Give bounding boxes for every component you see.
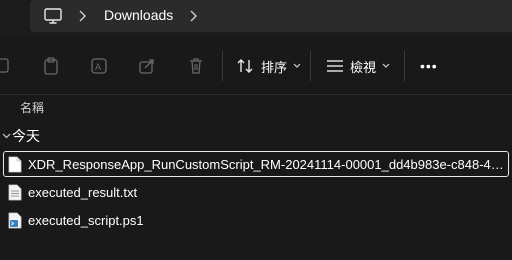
share-icon[interactable] bbox=[138, 57, 156, 75]
breadcrumb[interactable] bbox=[30, 0, 512, 32]
chevron-down-icon bbox=[293, 63, 301, 68]
text-file-icon bbox=[8, 184, 22, 201]
toolbar-divider bbox=[222, 51, 223, 81]
command-bar: A 排序 檢視 ••• bbox=[0, 38, 512, 95]
file-row[interactable]: executed_script.ps1 bbox=[0, 207, 512, 235]
view-button[interactable]: 檢視 bbox=[326, 54, 390, 78]
document-icon bbox=[8, 156, 22, 173]
file-name: executed_script.ps1 bbox=[28, 213, 144, 228]
see-more-button[interactable]: ••• bbox=[420, 54, 438, 78]
file-name: XDR_ResponseApp_RunCustomScript_RM-20241… bbox=[28, 157, 504, 172]
address-bar: Downloads bbox=[0, 0, 512, 38]
powershell-file-icon bbox=[8, 212, 22, 229]
this-pc-icon[interactable] bbox=[43, 6, 63, 26]
sort-icon bbox=[237, 59, 253, 73]
cut-icon[interactable] bbox=[0, 57, 12, 75]
file-name: executed_result.txt bbox=[28, 185, 138, 200]
chevron-down-icon bbox=[382, 63, 390, 68]
chevron-right-icon[interactable] bbox=[77, 9, 87, 23]
sort-button[interactable]: 排序 bbox=[237, 54, 301, 78]
breadcrumb-downloads[interactable]: Downloads bbox=[104, 7, 173, 23]
file-row[interactable]: executed_result.txt bbox=[0, 179, 512, 207]
chevron-down-icon[interactable] bbox=[2, 131, 11, 140]
file-row[interactable]: XDR_ResponseApp_RunCustomScript_RM-20241… bbox=[0, 151, 512, 179]
view-icon bbox=[327, 60, 343, 72]
chevron-right-icon[interactable] bbox=[188, 9, 198, 23]
paste-icon[interactable] bbox=[42, 57, 60, 75]
svg-text:A: A bbox=[95, 63, 102, 73]
toolbar-divider bbox=[310, 51, 311, 81]
view-label: 檢視 bbox=[350, 59, 377, 75]
delete-icon[interactable] bbox=[187, 57, 205, 75]
rename-icon[interactable]: A bbox=[90, 57, 108, 75]
toolbar-divider bbox=[404, 51, 405, 81]
group-label: 今天 bbox=[12, 128, 40, 144]
sort-label: 排序 bbox=[261, 59, 288, 75]
more-icon: ••• bbox=[420, 58, 438, 74]
column-header-name[interactable]: 名稱 bbox=[20, 99, 44, 116]
